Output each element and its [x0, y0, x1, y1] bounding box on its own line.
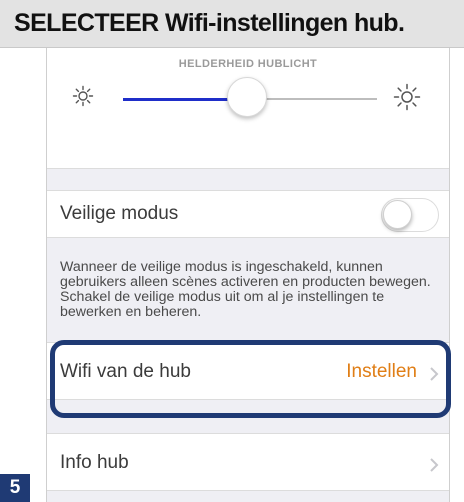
- safe-mode-toggle-knob: [383, 200, 412, 229]
- brightness-section: HELDERHEID HUBLICHT: [47, 48, 449, 169]
- instruction-header: SELECTEER Wifi-instellingen hub.: [0, 0, 464, 48]
- safe-mode-description: Wanneer de veilige modus is ingeschakeld…: [60, 259, 431, 320]
- wifi-highlight-box: [50, 340, 451, 418]
- safe-mode-row: Veilige modus: [47, 190, 449, 238]
- safe-mode-label: Veilige modus: [60, 203, 179, 224]
- hub-info-row[interactable]: Info hub: [47, 433, 449, 491]
- step-number-badge: 5: [0, 474, 30, 502]
- brightness-slider-thumb[interactable]: [227, 77, 268, 117]
- chevron-right-icon: [430, 458, 439, 472]
- sun-large-icon: [393, 83, 421, 111]
- sun-small-icon: [72, 85, 94, 107]
- safe-mode-toggle[interactable]: [381, 198, 439, 232]
- hub-info-label: Info hub: [60, 452, 129, 473]
- hub-settings-screen: HELDERHEID HUBLICHT Veilige modus Wannee…: [46, 48, 450, 502]
- brightness-label: HELDERHEID HUBLICHT: [178, 58, 318, 70]
- instruction-frame: SELECTEER Wifi-instellingen hub. HELDERH…: [0, 0, 464, 502]
- instruction-title: SELECTEER Wifi-instellingen hub.: [14, 9, 405, 37]
